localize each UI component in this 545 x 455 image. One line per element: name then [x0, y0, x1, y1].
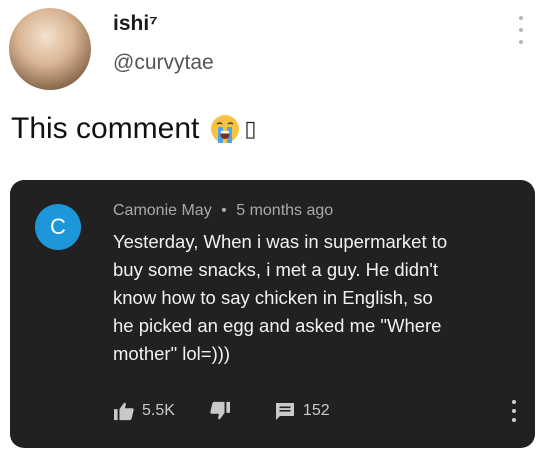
like-count: 5.5K — [142, 402, 175, 419]
user-handle[interactable]: @curvytae — [113, 51, 214, 75]
dislike-button[interactable] — [209, 401, 231, 421]
more-options-icon[interactable] — [517, 16, 525, 44]
unrendered-glyph: ▯ — [244, 116, 257, 141]
commenter-avatar[interactable]: C — [35, 204, 81, 250]
comment-meta: Camonie May • 5 months ago — [113, 202, 333, 220]
comment-line: know how to say chicken in English, so — [113, 287, 433, 308]
reply-button[interactable]: 152 — [275, 401, 330, 421]
comment-more-options-icon[interactable] — [511, 400, 517, 422]
youtube-comment-card: C Camonie May • 5 months ago Yesterday, … — [10, 180, 535, 448]
comment-actions: 5.5K 152 — [113, 399, 330, 423]
tweet-text: This comment ▯ — [11, 112, 257, 146]
profile-avatar[interactable] — [9, 8, 91, 90]
loudly-crying-face-icon — [211, 115, 240, 143]
comment-line: mother" lol=))) — [113, 343, 231, 364]
comment-icon — [275, 403, 294, 420]
meta-separator: • — [221, 202, 227, 219]
like-button[interactable]: 5.5K — [113, 401, 175, 421]
reply-count: 152 — [302, 402, 330, 419]
display-name[interactable]: ishi⁷ — [113, 12, 158, 36]
comment-author[interactable]: Camonie May — [113, 202, 212, 219]
tweet-header: ishi⁷ @curvytae — [0, 0, 545, 100]
thumbs-up-icon — [114, 402, 134, 421]
comment-line: he picked an egg and asked me "Where — [113, 315, 442, 336]
thumbs-down-icon — [210, 401, 230, 420]
comment-line: Yesterday, When i was in supermarket to — [113, 231, 448, 252]
comment-line: buy some snacks, i met a guy. He didn't — [113, 259, 439, 280]
comment-time: 5 months ago — [236, 202, 334, 219]
comment-body: Yesterday, When i was in supermarket to … — [113, 228, 518, 368]
tweet-text-content: This comment — [11, 112, 200, 145]
